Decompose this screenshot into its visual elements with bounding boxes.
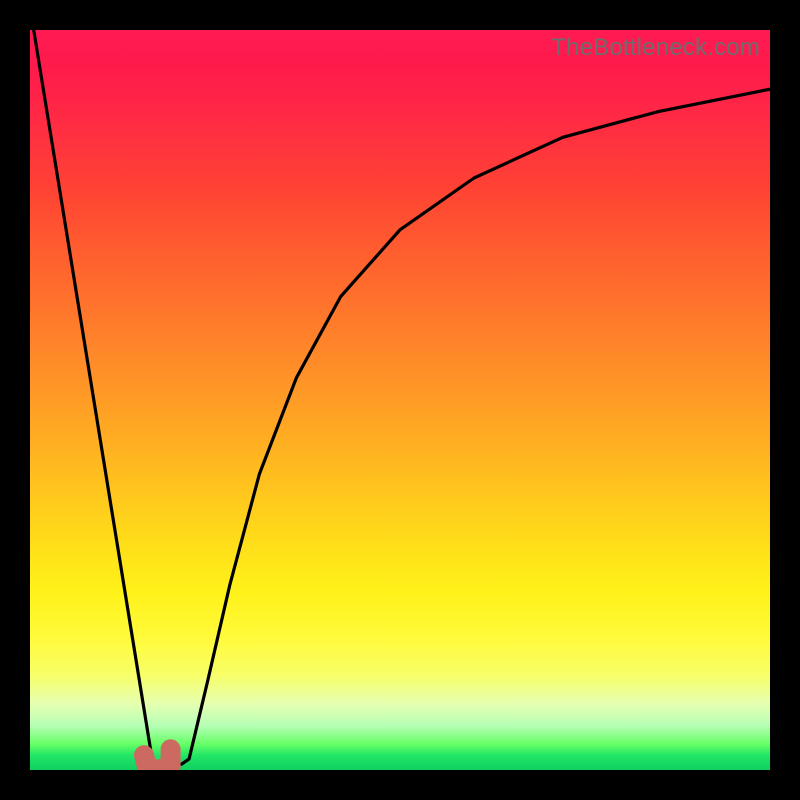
- chart-frame: TheBottleneck.com: [0, 0, 800, 800]
- watermark-text: TheBottleneck.com: [551, 34, 760, 62]
- bottleneck-curve: [30, 30, 770, 770]
- plot-area: TheBottleneck.com: [30, 30, 770, 770]
